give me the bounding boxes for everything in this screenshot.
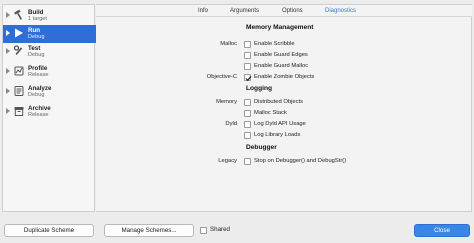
sidebar-item-label: Profile <box>28 65 48 72</box>
disclosure-triangle-icon[interactable] <box>6 88 10 94</box>
disclosure-triangle-icon[interactable] <box>6 48 10 54</box>
sidebar-item-sublabel: Release <box>28 112 49 118</box>
scheme-editor-window: Build 1 target Run Debug Test Debug Prof… <box>0 0 474 243</box>
enable-guard-malloc-label: Enable Guard Malloc <box>254 63 309 69</box>
tab-info[interactable]: Info <box>198 8 208 14</box>
enable-guard-malloc-checkbox[interactable] <box>244 63 251 70</box>
archive-box-icon <box>13 105 25 117</box>
sidebar-item-test[interactable]: Test Debug <box>3 43 96 61</box>
sidebar-item-label: Run <box>28 27 41 34</box>
sidebar-item-build[interactable]: Build 1 target <box>3 7 96 25</box>
duplicate-scheme-button[interactable]: Duplicate Scheme <box>4 224 94 237</box>
distributed-objects-label: Distributed Objects <box>254 99 303 105</box>
tab-diagnostics[interactable]: Diagnostics <box>325 8 356 14</box>
sidebar-item-label: Build <box>28 9 44 16</box>
sidebar-item-sublabel: 1 target <box>28 16 47 22</box>
shared-checkbox[interactable] <box>200 227 207 234</box>
logging-heading: Logging <box>246 85 272 92</box>
malloc-stack-label: Malloc Stack <box>254 110 287 116</box>
memory-label: Memory <box>216 99 237 105</box>
enable-guard-edges-checkbox[interactable] <box>244 52 251 59</box>
stop-on-debugger-label: Stop on Debugger() and DebugStr() <box>254 158 347 164</box>
scheme-actions-sidebar: Build 1 target Run Debug Test Debug Prof… <box>2 4 96 212</box>
malloc-label: Malloc <box>220 41 237 47</box>
sidebar-item-archive[interactable]: Archive Release <box>3 103 96 121</box>
disclosure-triangle-icon[interactable] <box>6 30 10 36</box>
memory-management-heading: Memory Management <box>246 24 314 31</box>
enable-zombie-objects-checkbox[interactable] <box>244 74 252 82</box>
manage-schemes-button[interactable]: Manage Schemes... <box>104 224 194 237</box>
sidebar-item-sublabel: Debug <box>28 34 45 40</box>
log-dyld-api-usage-label: Log Dyld API Usage <box>254 121 306 127</box>
analyze-icon <box>13 85 25 97</box>
wrench-icon <box>13 45 25 57</box>
dyld-label: Dyld <box>225 121 237 127</box>
disclosure-triangle-icon[interactable] <box>6 68 10 74</box>
close-button[interactable]: Close <box>414 224 470 237</box>
legacy-label: Legacy <box>218 158 237 164</box>
enable-guard-edges-label: Enable Guard Edges <box>254 52 308 58</box>
sidebar-item-label: Archive <box>28 105 51 112</box>
enable-zombie-objects-label: Enable Zombie Objects <box>254 74 315 80</box>
stop-on-debugger-checkbox[interactable] <box>244 158 251 165</box>
hammer-icon <box>13 9 25 21</box>
tab-bar: Info Arguments Options Diagnostics <box>96 5 472 17</box>
enable-scribble-label: Enable Scribble <box>254 41 295 47</box>
sidebar-item-sublabel: Debug <box>28 92 45 98</box>
tab-options[interactable]: Options <box>282 8 303 14</box>
log-dyld-api-usage-checkbox[interactable] <box>244 121 251 128</box>
run-play-icon <box>13 27 25 39</box>
debugger-heading: Debugger <box>246 144 277 151</box>
tab-arguments[interactable]: Arguments <box>230 8 259 14</box>
objective-c-label: Objective-C <box>206 74 237 80</box>
distributed-objects-checkbox[interactable] <box>244 99 251 106</box>
sidebar-item-label: Test <box>28 45 41 52</box>
checkmark-icon <box>245 75 252 82</box>
sidebar-item-profile[interactable]: Profile Release <box>3 63 96 81</box>
sidebar-item-sublabel: Release <box>28 72 49 78</box>
instruments-icon <box>13 65 25 77</box>
sidebar-item-run[interactable]: Run Debug <box>3 25 96 43</box>
log-library-loads-label: Log Library Loads <box>254 132 301 138</box>
disclosure-triangle-icon[interactable] <box>6 108 10 114</box>
sidebar-item-analyze[interactable]: Analyze Debug <box>3 83 96 101</box>
disclosure-triangle-icon[interactable] <box>6 12 10 18</box>
malloc-stack-checkbox[interactable] <box>244 110 251 117</box>
log-library-loads-checkbox[interactable] <box>244 132 251 139</box>
shared-label: Shared <box>210 226 230 233</box>
diagnostics-panel: Info Arguments Options Diagnostics Memor… <box>96 4 472 212</box>
enable-scribble-checkbox[interactable] <box>244 41 251 48</box>
sidebar-item-label: Analyze <box>28 85 52 92</box>
sidebar-item-sublabel: Debug <box>28 52 45 58</box>
